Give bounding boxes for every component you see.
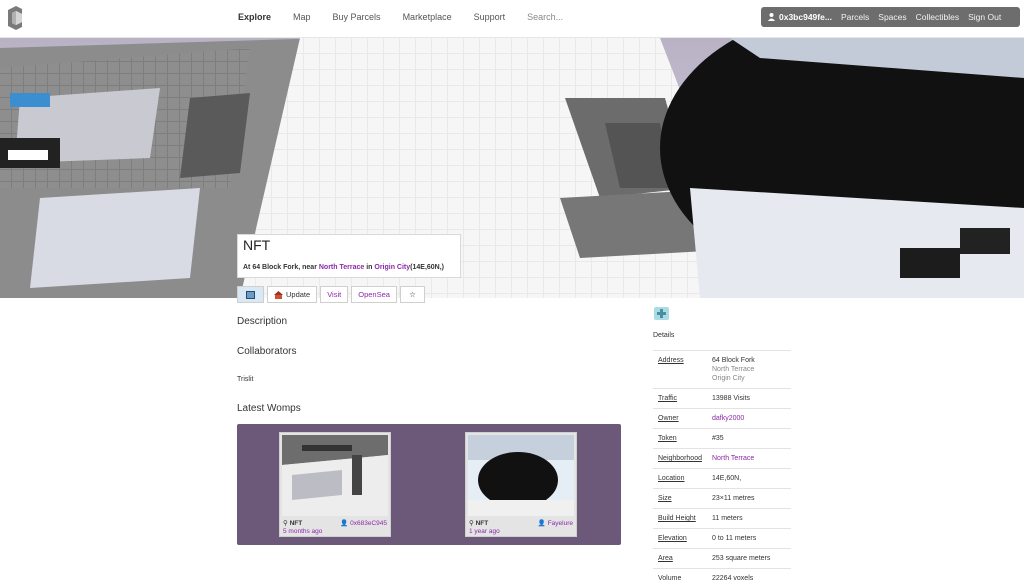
user-link-sign-out[interactable]: Sign Out (968, 12, 1001, 22)
womp-author[interactable]: 👤 Fayelure (538, 519, 573, 527)
womp-time: 1 year ago (469, 528, 500, 535)
detail-key-token[interactable]: Token (653, 429, 707, 449)
table-row: Address 64 Block Fork North Terrace Orig… (653, 350, 791, 389)
book-icon (246, 290, 255, 299)
user-icon: 👤 (340, 520, 349, 527)
detail-key-build-height[interactable]: Build Height (653, 509, 707, 529)
detail-key-owner[interactable]: Owner (653, 409, 707, 429)
detail-key-address[interactable]: Address (653, 351, 707, 389)
table-row: Size 23×11 metres (653, 488, 791, 509)
user-bar: 0x3bc949fe... Parcels Spaces Collectible… (761, 7, 1020, 27)
detail-value-elevation: 0 to 11 meters (712, 535, 757, 542)
womp-card[interactable]: ⚲ NFT 👤 0x683eC945 5 months ago (279, 432, 391, 537)
womp-thumbnail[interactable] (282, 435, 388, 516)
voxel-scene-image (0, 38, 1024, 298)
collaborators-heading: Collaborators (237, 346, 297, 357)
user-account[interactable]: 0x3bc949fe... (768, 12, 832, 22)
parcel-title: NFT (243, 237, 271, 253)
main-nav: Explore Map Buy Parcels Marketplace Supp… (238, 12, 585, 22)
table-row: Token #35 (653, 428, 791, 449)
table-row: Neighborhood North Terrace (653, 448, 791, 469)
update-label: Update (286, 290, 311, 299)
womp-card[interactable]: ⚲ NFT 👤 Fayelure 1 year ago (465, 432, 577, 537)
table-row: Traffic 13988 Visits (653, 388, 791, 409)
nav-buy-parcels[interactable]: Buy Parcels (333, 12, 381, 22)
parcel-location: At 64 Block Fork, near North Terrace in … (243, 264, 444, 271)
nav-map[interactable]: Map (293, 12, 311, 22)
pin-icon: ⚲ (283, 520, 288, 527)
collaborator-name: Trislit (237, 376, 254, 383)
table-row: Build Height 11 meters (653, 508, 791, 529)
nav-marketplace[interactable]: Marketplace (403, 12, 452, 22)
womp-meta: ⚲ NFT 👤 0x683eC945 5 months ago (283, 519, 387, 535)
womp-time: 5 months ago (283, 528, 323, 535)
details-heading: Details (653, 332, 675, 339)
update-button[interactable]: Update (267, 286, 318, 303)
user-link-spaces[interactable]: Spaces (878, 12, 906, 22)
detail-value-build-height: 11 meters (712, 515, 743, 522)
house-icon (274, 290, 283, 299)
book-button[interactable] (237, 286, 264, 303)
address-neighborhood: North Terrace (712, 366, 755, 373)
search-input[interactable]: Search... (527, 12, 563, 22)
address-city: Origin City (712, 375, 745, 382)
cryptovoxels-logo-icon[interactable] (6, 6, 24, 30)
neighborhood-link[interactable]: North Terrace (319, 264, 364, 271)
detail-value-token: #35 (712, 435, 724, 442)
womp-author[interactable]: 👤 0x683eC945 (340, 519, 387, 527)
detail-key-neighborhood[interactable]: Neighborhood (653, 449, 707, 469)
neighborhood-value-link[interactable]: North Terrace (707, 449, 791, 469)
location-prefix: At 64 Block Fork, near (243, 264, 319, 271)
top-navbar: Explore Map Buy Parcels Marketplace Supp… (0, 0, 1024, 38)
favorite-star-button[interactable]: ☆ (399, 286, 425, 303)
womps-gallery: ⚲ NFT 👤 0x683eC945 5 months ago ⚲ NFT 👤 … (237, 424, 621, 545)
womp-parcel[interactable]: NFT (290, 520, 303, 527)
detail-key-traffic[interactable]: Traffic (653, 389, 707, 409)
detail-value-size: 23×11 metres (712, 495, 755, 502)
nav-explore[interactable]: Explore (238, 12, 271, 22)
add-collaborator-button[interactable] (654, 307, 669, 320)
user-icon (768, 13, 775, 21)
detail-key-location[interactable]: Location (653, 469, 707, 489)
opensea-button[interactable]: OpenSea (351, 286, 397, 303)
description-heading: Description (237, 316, 288, 327)
wallet-address: 0x3bc949fe... (779, 12, 832, 22)
location-coords: (14E,60N,) (410, 264, 445, 271)
plus-icon (657, 309, 666, 318)
city-link[interactable]: Origin City (374, 264, 410, 271)
detail-value-location: 14E,60N, (712, 475, 742, 482)
table-row: Elevation 0 to 11 meters (653, 528, 791, 549)
detail-key-volume[interactable]: Volume (653, 569, 707, 581)
table-row: Owner dafky2000 (653, 408, 791, 429)
table-row: Location 14E,60N, (653, 468, 791, 489)
detail-value-volume: 22264 voxels (712, 575, 754, 581)
detail-value-area: 253 square meters (712, 555, 771, 562)
details-table: Address 64 Block Fork North Terrace Orig… (653, 350, 791, 581)
user-icon: 👤 (537, 520, 546, 527)
parcel-title-card: NFT At 64 Block Fork, near North Terrace… (237, 234, 461, 278)
womp-thumbnail[interactable] (468, 435, 574, 516)
detail-key-elevation[interactable]: Elevation (653, 529, 707, 549)
parcel-actions: Update Visit OpenSea ☆ (237, 286, 425, 303)
visit-button[interactable]: Visit (320, 286, 349, 303)
table-row: Volume 22264 voxels (653, 568, 791, 581)
latest-womps-heading: Latest Womps (237, 403, 301, 414)
womp-parcel[interactable]: NFT (476, 520, 489, 527)
womp-meta: ⚲ NFT 👤 Fayelure 1 year ago (469, 519, 573, 535)
parcel-hero-image (0, 38, 1024, 298)
pin-icon: ⚲ (469, 520, 474, 527)
nav-support[interactable]: Support (474, 12, 506, 22)
location-mid: in (364, 264, 375, 271)
detail-key-area[interactable]: Area (653, 549, 707, 569)
user-link-parcels[interactable]: Parcels (841, 12, 869, 22)
owner-link[interactable]: dafky2000 (707, 409, 791, 429)
detail-key-size[interactable]: Size (653, 489, 707, 509)
detail-value-address: 64 Block Fork North Terrace Origin City (707, 351, 791, 389)
user-link-collectibles[interactable]: Collectibles (916, 12, 959, 22)
detail-value-traffic: 13988 Visits (712, 395, 751, 402)
table-row: Area 253 square meters (653, 548, 791, 569)
